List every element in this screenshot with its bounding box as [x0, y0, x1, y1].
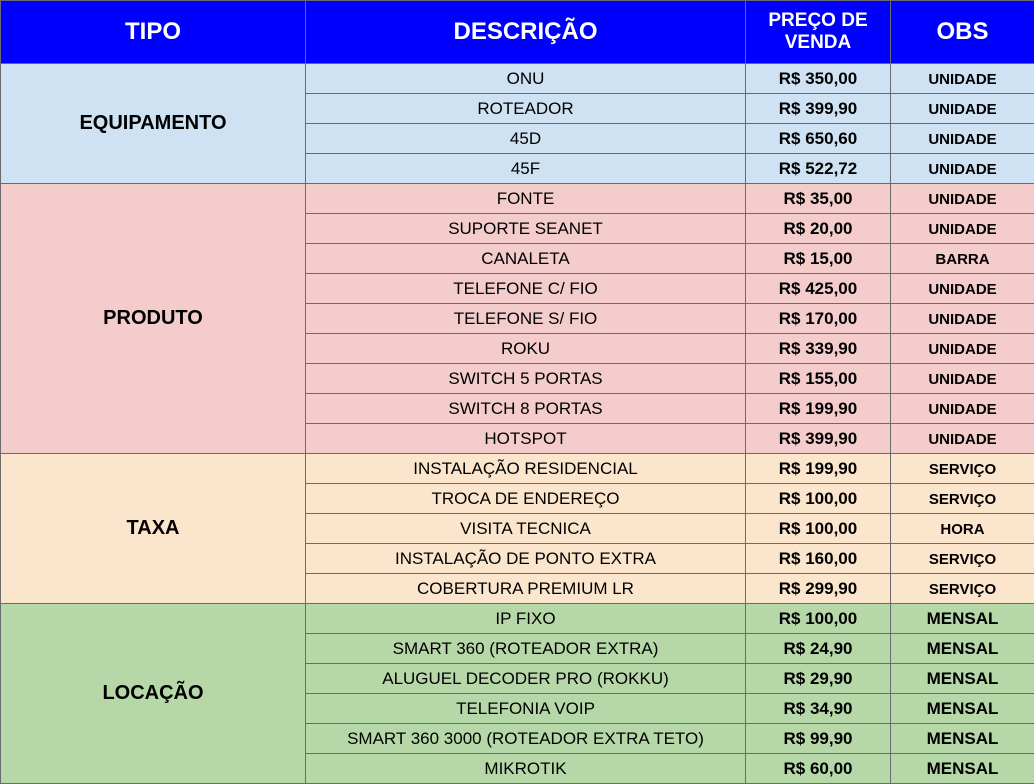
preco-cell: R$ 199,90: [745, 453, 891, 484]
descricao-cell: IP FIXO: [305, 603, 746, 634]
group-tipo-cell: TAXA: [0, 453, 306, 604]
descricao-cell: CANALETA: [305, 243, 746, 274]
group-tipo-cell: PRODUTO: [0, 183, 306, 454]
preco-cell: R$ 100,00: [745, 513, 891, 544]
obs-cell: MENSAL: [890, 663, 1034, 694]
preco-cell: R$ 35,00: [745, 183, 891, 214]
preco-cell: R$ 299,90: [745, 573, 891, 604]
obs-cell: UNIDADE: [890, 63, 1034, 94]
obs-cell: UNIDADE: [890, 153, 1034, 184]
obs-cell: SERVIÇO: [890, 453, 1034, 484]
obs-cell: SERVIÇO: [890, 543, 1034, 574]
price-table: TIPO DESCRIÇÃO PREÇO DE VENDA OBS EQUIPAM…: [0, 0, 1034, 784]
obs-cell: UNIDADE: [890, 363, 1034, 394]
preco-cell: R$ 399,90: [745, 423, 891, 454]
preco-cell: R$ 24,90: [745, 633, 891, 664]
obs-cell: MENSAL: [890, 603, 1034, 634]
preco-cell: R$ 160,00: [745, 543, 891, 574]
obs-cell: HORA: [890, 513, 1034, 544]
descricao-cell: HOTSPOT: [305, 423, 746, 454]
descricao-cell: VISITA TECNICA: [305, 513, 746, 544]
obs-cell: UNIDADE: [890, 273, 1034, 304]
descricao-cell: SMART 360 3000 (ROTEADOR EXTRA TETO): [305, 723, 746, 754]
header-preco-line2: VENDA: [784, 32, 852, 53]
preco-cell: R$ 399,90: [745, 93, 891, 124]
obs-cell: UNIDADE: [890, 393, 1034, 424]
header-obs: OBS: [890, 0, 1034, 64]
preco-cell: R$ 34,90: [745, 693, 891, 724]
header-tipo: TIPO: [0, 0, 306, 64]
descricao-cell: INSTALAÇÃO DE PONTO EXTRA: [305, 543, 746, 574]
descricao-cell: FONTE: [305, 183, 746, 214]
descricao-cell: INSTALAÇÃO RESIDENCIAL: [305, 453, 746, 484]
descricao-cell: TELEFONIA VOIP: [305, 693, 746, 724]
table-row: EQUIPAMENTO ONU R$ 350,00 UNIDADE: [0, 63, 1034, 184]
preco-cell: R$ 350,00: [745, 63, 891, 94]
descricao-cell: TROCA DE ENDEREÇO: [305, 483, 746, 514]
obs-cell: MENSAL: [890, 633, 1034, 664]
preco-cell: R$ 425,00: [745, 273, 891, 304]
preco-cell: R$ 339,90: [745, 333, 891, 364]
descricao-cell: SWITCH 5 PORTAS: [305, 363, 746, 394]
preco-cell: R$ 522,72: [745, 153, 891, 184]
obs-cell: MENSAL: [890, 723, 1034, 754]
obs-cell: MENSAL: [890, 693, 1034, 724]
table-row: LOCAÇÃO IP FIXO R$ 100,00 MENSAL: [0, 603, 1034, 784]
header-row: TIPO DESCRIÇÃO PREÇO DE VENDA OBS: [0, 0, 1034, 64]
descricao-cell: MIKROTIK: [305, 753, 746, 784]
preco-cell: R$ 650,60: [745, 123, 891, 154]
preco-cell: R$ 20,00: [745, 213, 891, 244]
header-preco-line1: PREÇO DE: [768, 10, 868, 31]
obs-cell: BARRA: [890, 243, 1034, 274]
preco-cell: R$ 29,90: [745, 663, 891, 694]
descricao-cell: COBERTURA PREMIUM LR: [305, 573, 746, 604]
group-tipo-cell: EQUIPAMENTO: [0, 63, 306, 184]
descricao-cell: ROTEADOR: [305, 93, 746, 124]
preco-cell: R$ 100,00: [745, 483, 891, 514]
obs-cell: MENSAL: [890, 753, 1034, 784]
descricao-cell: TELEFONE S/ FIO: [305, 303, 746, 334]
table-header: TIPO DESCRIÇÃO PREÇO DE VENDA OBS: [0, 0, 1034, 64]
descricao-cell: SWITCH 8 PORTAS: [305, 393, 746, 424]
header-preco: PREÇO DE VENDA: [745, 0, 891, 64]
obs-cell: UNIDADE: [890, 303, 1034, 334]
preco-cell: R$ 170,00: [745, 303, 891, 334]
descricao-cell: SUPORTE SEANET: [305, 213, 746, 244]
preco-cell: R$ 155,00: [745, 363, 891, 394]
obs-cell: UNIDADE: [890, 93, 1034, 124]
descricao-cell: ROKU: [305, 333, 746, 364]
preco-cell: R$ 60,00: [745, 753, 891, 784]
preco-cell: R$ 15,00: [745, 243, 891, 274]
descricao-cell: SMART 360 (ROTEADOR EXTRA): [305, 633, 746, 664]
obs-cell: UNIDADE: [890, 213, 1034, 244]
preco-cell: R$ 199,90: [745, 393, 891, 424]
obs-cell: UNIDADE: [890, 333, 1034, 364]
table-body: EQUIPAMENTO ONU R$ 350,00 UNIDADE ROTEADOR R$…: [0, 63, 1034, 784]
group-tipo-cell: LOCAÇÃO: [0, 603, 306, 784]
descricao-cell: 45D: [305, 123, 746, 154]
obs-cell: UNIDADE: [890, 123, 1034, 154]
preco-cell: R$ 99,90: [745, 723, 891, 754]
table-row: TAXA INSTALAÇÃO RESIDENCIAL R$ 199,90 SERVI…: [0, 453, 1034, 604]
table-row: PRODUTO FONTE R$ 35,00 UNIDADE: [0, 183, 1034, 454]
descricao-cell: ALUGUEL DECODER PRO (ROKKU): [305, 663, 746, 694]
obs-cell: UNIDADE: [890, 423, 1034, 454]
obs-cell: UNIDADE: [890, 183, 1034, 214]
obs-cell: SERVIÇO: [890, 573, 1034, 604]
descricao-cell: ONU: [305, 63, 746, 94]
preco-cell: R$ 100,00: [745, 603, 891, 634]
descricao-cell: 45F: [305, 153, 746, 184]
descricao-cell: TELEFONE C/ FIO: [305, 273, 746, 304]
obs-cell: SERVIÇO: [890, 483, 1034, 514]
header-descricao: DESCRIÇÃO: [305, 0, 746, 64]
